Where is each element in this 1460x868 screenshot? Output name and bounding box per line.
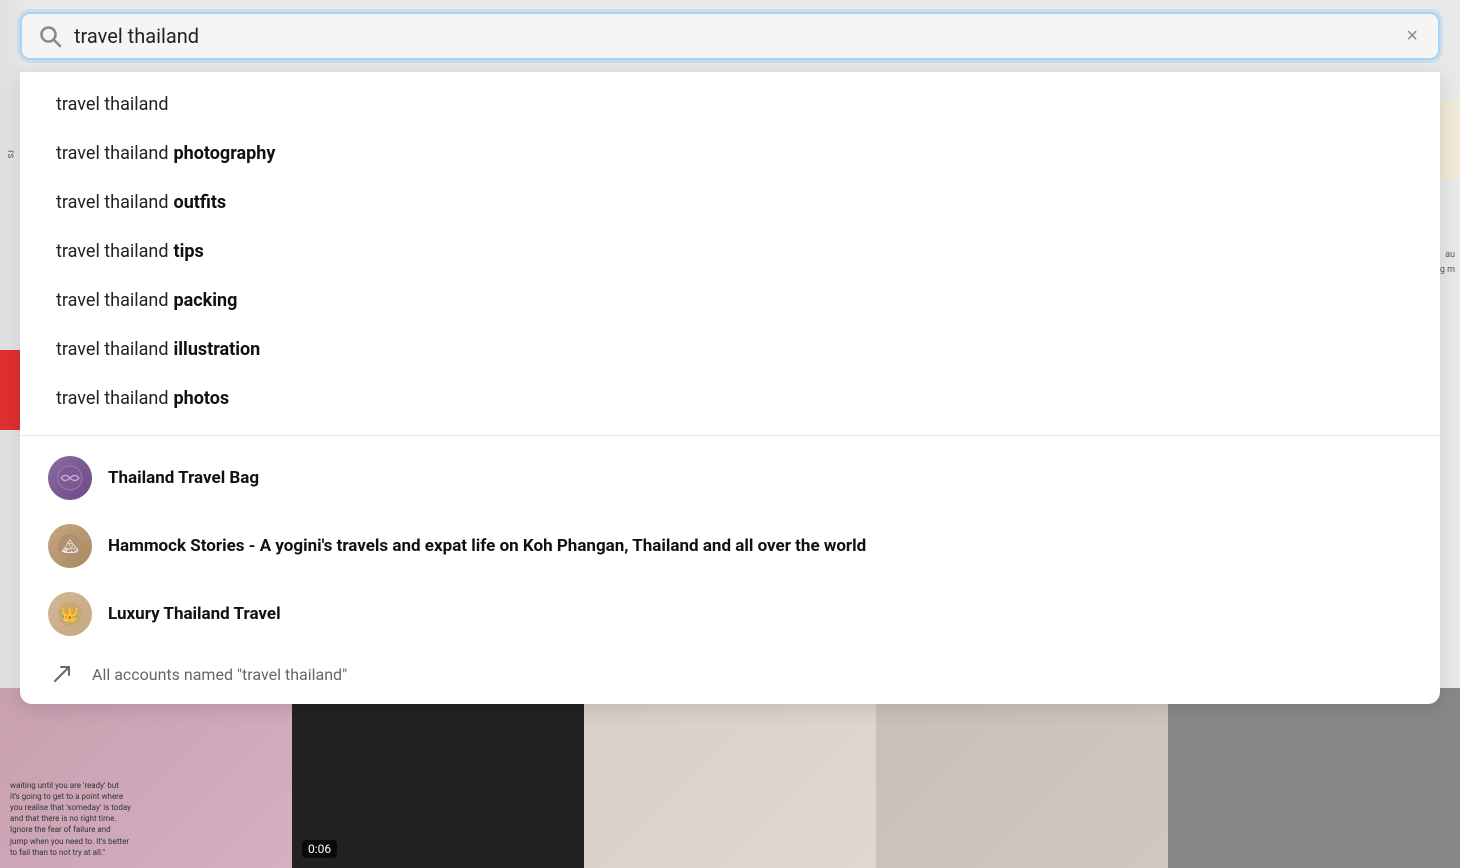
suggestions-section: travel thailand travel thailand photogra…	[20, 72, 1440, 431]
bottom-cell-text: waiting until you are 'ready' but it's g…	[10, 780, 131, 858]
suggestion-suffix-2: photography	[174, 143, 276, 164]
account-name-3: Luxury Thailand Travel	[108, 604, 281, 624]
clear-button[interactable]: ×	[1402, 25, 1422, 48]
bottom-cell-1: waiting until you are 'ready' but it's g…	[0, 688, 292, 868]
suggestion-suffix-3: outfits	[174, 192, 227, 213]
accounts-section: Thailand Travel Bag 🏔 Hammock Stories - …	[20, 440, 1440, 704]
suggestion-prefix-7: travel thailand	[56, 388, 169, 409]
suggestion-travel-thailand-outfits[interactable]: travel thailand outfits	[20, 178, 1440, 227]
account-name-2: Hammock Stories - A yogini's travels and…	[108, 536, 866, 556]
bottom-cell-3	[584, 688, 876, 868]
bottom-cell-2: 0:06	[292, 688, 584, 868]
account-item-hammock-stories[interactable]: 🏔 Hammock Stories - A yogini's travels a…	[20, 512, 1440, 580]
search-bar: ×	[20, 12, 1440, 60]
all-accounts-text: All accounts named "travel thailand"	[92, 665, 347, 684]
suggestion-suffix-4: tips	[174, 241, 204, 262]
suggestion-travel-thailand-packing[interactable]: travel thailand packing	[20, 276, 1440, 325]
svg-text:🏔: 🏔	[61, 539, 79, 555]
suggestion-suffix-6: illustration	[174, 339, 261, 360]
suggestion-prefix-2: travel thailand	[56, 143, 169, 164]
account-item-thailand-travel-bag[interactable]: Thailand Travel Bag	[20, 444, 1440, 512]
search-icon	[38, 24, 62, 48]
avatar-thailand-travel-bag	[48, 456, 92, 500]
svg-text:👑: 👑	[61, 606, 78, 623]
suggestion-travel-thailand-illustration[interactable]: travel thailand illustration	[20, 325, 1440, 374]
arrow-icon	[48, 660, 76, 688]
search-container: × travel thailand travel thailand photog…	[0, 0, 1460, 704]
suggestion-suffix-7: photos	[174, 388, 230, 409]
suggestion-travel-thailand-photos[interactable]: travel thailand photos	[20, 374, 1440, 423]
suggestion-travel-thailand[interactable]: travel thailand	[20, 80, 1440, 129]
suggestion-prefix-5: travel thailand	[56, 290, 169, 311]
suggestion-prefix-3: travel thailand	[56, 192, 169, 213]
suggestion-travel-thailand-tips[interactable]: travel thailand tips	[20, 227, 1440, 276]
account-item-luxury-thailand[interactable]: 👑 Luxury Thailand Travel	[20, 580, 1440, 648]
avatar-hammock-stories: 🏔	[48, 524, 92, 568]
suggestion-prefix-1: travel thailand	[56, 94, 169, 115]
suggestion-prefix-4: travel thailand	[56, 241, 169, 262]
all-accounts-link[interactable]: All accounts named "travel thailand"	[20, 648, 1440, 700]
video-timestamp: 0:06	[302, 840, 337, 858]
suggestion-travel-thailand-photography[interactable]: travel thailand photography	[20, 129, 1440, 178]
search-dropdown: travel thailand travel thailand photogra…	[20, 72, 1440, 704]
avatar-luxury-thailand: 👑	[48, 592, 92, 636]
bottom-cell-4	[876, 688, 1168, 868]
bottom-cell-5	[1168, 688, 1460, 868]
bottom-image-strip: waiting until you are 'ready' but it's g…	[0, 688, 1460, 868]
suggestion-suffix-5: packing	[174, 290, 238, 311]
search-input[interactable]	[74, 24, 1402, 48]
account-name-1: Thailand Travel Bag	[108, 468, 259, 488]
section-divider	[20, 435, 1440, 436]
suggestion-prefix-6: travel thailand	[56, 339, 169, 360]
